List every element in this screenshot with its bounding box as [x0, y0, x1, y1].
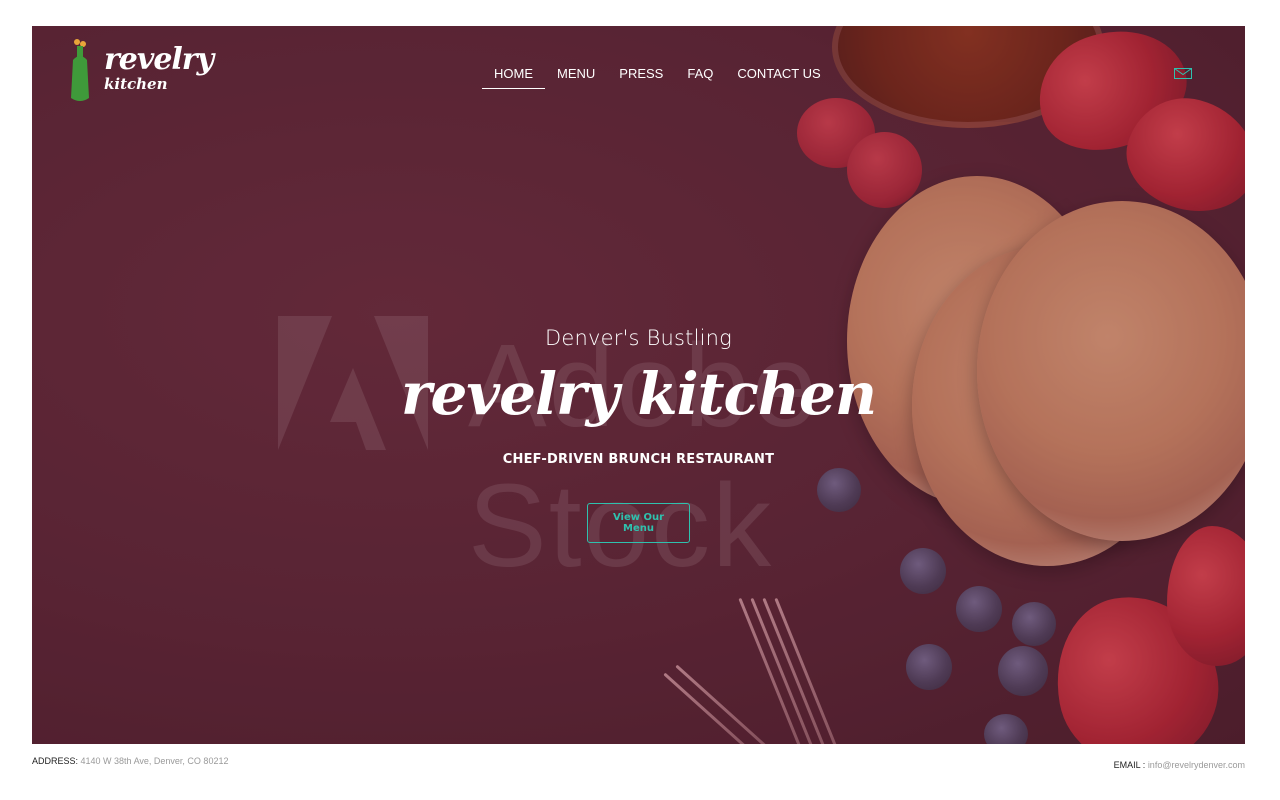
hero-tagline: CHEF-DRIVEN BRUNCH RESTAURANT [502, 452, 775, 467]
main-nav: HOME MENU PRESS FAQ CONTACT US [482, 64, 833, 89]
hero-banner: Adobe Stock revelry kitchen HOME MENU PR… [32, 26, 1245, 744]
site-logo[interactable]: revelry kitchen [68, 38, 214, 108]
email-link[interactable]: info@revelrydenver.com [1148, 760, 1245, 770]
view-menu-button[interactable]: View Our Menu [587, 503, 690, 543]
nav-press[interactable]: PRESS [607, 64, 675, 89]
logo-line-1: revelry [104, 42, 214, 77]
address-label: ADDRESS: [32, 756, 79, 766]
footer-email: EMAIL : info@revelrydenver.com [1114, 760, 1245, 770]
email-label: EMAIL : [1113, 760, 1146, 770]
hero-subtitle: Denver's Bustling [545, 326, 732, 350]
nav-home[interactable]: HOME [482, 64, 545, 89]
address-value: 4140 W 38th Ave, Denver, CO 80212 [80, 756, 229, 766]
bottle-icon [71, 39, 89, 101]
footer-address: ADDRESS: 4140 W 38th Ave, Denver, CO 802… [32, 756, 228, 766]
logo-line-2: kitchen [104, 75, 168, 93]
mail-icon[interactable] [1174, 68, 1192, 79]
nav-contact-us[interactable]: CONTACT US [725, 64, 832, 89]
hero-brand-title: revelry kitchen [400, 360, 877, 428]
hero-content: Denver's Bustling revelry kitchen CHEF-D… [32, 326, 1245, 543]
nav-menu[interactable]: MENU [545, 64, 607, 89]
nav-faq[interactable]: FAQ [675, 64, 725, 89]
